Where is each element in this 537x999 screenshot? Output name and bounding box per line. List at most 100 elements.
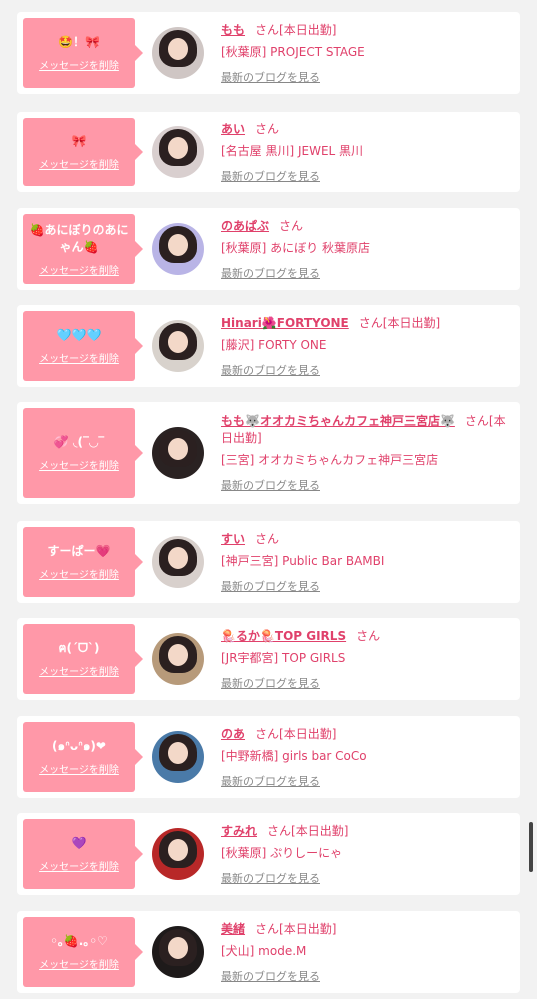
avatar-face bbox=[168, 438, 188, 461]
name-line: あい さん bbox=[221, 121, 514, 138]
avatar-face bbox=[168, 742, 188, 765]
shop-name: [三宮] オオカミちゃんカフェ神戸三宮店 bbox=[221, 453, 439, 467]
cast-name-link[interactable]: Hinari🌺FORTYONE bbox=[221, 316, 349, 330]
message-card: (๑ᐢᴗᐢ๑)❤︎ メッセージを削除 のあ さん[本日出勤] [中野新橋] gir… bbox=[17, 716, 520, 798]
latest-blog-link[interactable]: 最新のブログを見る bbox=[221, 362, 514, 378]
name-suffix: さん[本日出勤] bbox=[267, 823, 349, 838]
message-bubble: ◦｡🍓.｡◦♡ メッセージを削除 bbox=[23, 917, 143, 987]
delete-message-link[interactable]: メッセージを削除 bbox=[39, 956, 119, 971]
message-bubble: 💜 メッセージを削除 bbox=[23, 819, 143, 889]
latest-blog-link[interactable]: 最新のブログを見る bbox=[221, 168, 514, 184]
latest-blog-link[interactable]: 最新のブログを見る bbox=[221, 477, 514, 493]
delete-message-link[interactable]: メッセージを削除 bbox=[39, 57, 119, 72]
message-text: 🍓あにぼりのあにゃん🍓 bbox=[29, 222, 129, 254]
avatar[interactable] bbox=[152, 320, 204, 372]
shop-name: [秋葉原] ぷりしーにゃ bbox=[221, 845, 343, 860]
cast-info: 🪼るか🪼TOP GIRLS さん [JR宇都宮] TOP GIRLS 最新のブログ… bbox=[221, 624, 514, 694]
name-line: のあ さん[本日出勤] bbox=[221, 726, 514, 743]
message-text: 🎀 bbox=[71, 134, 87, 148]
message-text: 💜 bbox=[71, 836, 87, 850]
message-card: 💞 ◟(‾◡‾ メッセージを削除 もも🐺オオカミちゃんカフェ神戸三宮店🐺 さん[本… bbox=[17, 402, 520, 504]
latest-blog-link[interactable]: 最新のブログを見る bbox=[221, 675, 514, 691]
message-card: ฅ(ˊᗜˋ) メッセージを削除 🪼るか🪼TOP GIRLS さん [JR宇都宮] … bbox=[17, 618, 520, 700]
avatar[interactable] bbox=[152, 126, 204, 178]
delete-message-link[interactable]: メッセージを削除 bbox=[39, 156, 119, 171]
cast-name-link[interactable]: もも🐺オオカミちゃんカフェ神戸三宮店🐺 bbox=[221, 414, 455, 428]
message-card: 🤩！🎀 メッセージを削除 もも さん[本日出勤] [秋葉原] PROJECT ST… bbox=[17, 12, 520, 94]
cast-info: もも さん[本日出勤] [秋葉原] PROJECT STAGE 最新のブログを見る bbox=[221, 18, 514, 88]
avatar-face bbox=[168, 839, 188, 862]
latest-blog-link[interactable]: 最新のブログを見る bbox=[221, 870, 514, 886]
shop-name: [秋葉原] PROJECT STAGE bbox=[221, 44, 365, 59]
shop-name: [神戸三宮] Public Bar BAMBI bbox=[221, 553, 385, 568]
avatar[interactable] bbox=[152, 926, 204, 978]
message-text: 🤩！🎀 bbox=[58, 35, 100, 49]
latest-blog-link[interactable]: 最新のブログを見る bbox=[221, 968, 514, 984]
cast-name-link[interactable]: すみれ bbox=[221, 824, 257, 838]
name-line: Hinari🌺FORTYONE さん[本日出勤] bbox=[221, 315, 514, 332]
avatar-face bbox=[168, 234, 188, 257]
cast-name-link[interactable]: 🪼るか🪼TOP GIRLS bbox=[221, 629, 346, 643]
scrollbar-thumb[interactable] bbox=[529, 822, 533, 872]
shop-name: [JR宇都宮] TOP GIRLS bbox=[221, 650, 346, 665]
latest-blog-link[interactable]: 最新のブログを見る bbox=[221, 69, 514, 85]
message-text: 💞 ◟(‾◡‾ bbox=[53, 435, 105, 449]
message-card: 🎀 メッセージを削除 あい さん [名古屋 黒川] JEWEL 黒川 最新のブログ… bbox=[17, 112, 520, 192]
delete-message-link[interactable]: メッセージを削除 bbox=[39, 262, 119, 277]
name-line: のあぱぶ さん bbox=[221, 218, 514, 235]
avatar[interactable] bbox=[152, 427, 204, 479]
cast-info: Hinari🌺FORTYONE さん[本日出勤] [藤沢] FORTY ONE 最… bbox=[221, 311, 514, 381]
avatar[interactable] bbox=[152, 27, 204, 79]
cast-name-link[interactable]: もも bbox=[221, 23, 245, 37]
message-card: 🍓あにぼりのあにゃん🍓 メッセージを削除 のあぱぶ さん [秋葉原] あにぼり 秋… bbox=[17, 208, 520, 290]
avatar-face bbox=[168, 937, 188, 960]
cast-info: あい さん [名古屋 黒川] JEWEL 黒川 最新のブログを見る bbox=[221, 118, 514, 186]
message-bubble: 💞 ◟(‾◡‾ メッセージを削除 bbox=[23, 408, 143, 498]
message-bubble: (๑ᐢᴗᐢ๑)❤︎ メッセージを削除 bbox=[23, 722, 143, 792]
delete-message-link[interactable]: メッセージを削除 bbox=[39, 350, 119, 365]
avatar-face bbox=[168, 137, 188, 160]
cast-info: のあ さん[本日出勤] [中野新橋] girls bar CoCo 最新のブログを… bbox=[221, 722, 514, 792]
message-bubble: 🩵🩵🩵 メッセージを削除 bbox=[23, 311, 143, 381]
delete-message-link[interactable]: メッセージを削除 bbox=[39, 566, 119, 581]
cast-name-link[interactable]: のあ bbox=[221, 727, 245, 741]
shop-name: [犬山] mode.M bbox=[221, 943, 307, 958]
name-suffix: さん bbox=[279, 218, 304, 233]
cast-name-link[interactable]: のあぱぶ bbox=[221, 219, 269, 233]
name-line: もも さん[本日出勤] bbox=[221, 22, 514, 39]
name-suffix: さん[本日出勤] bbox=[255, 726, 337, 741]
avatar[interactable] bbox=[152, 633, 204, 685]
message-card: すーぱー💗 メッセージを削除 すい さん [神戸三宮] Public Bar BA… bbox=[17, 521, 520, 603]
message-text: すーぱー💗 bbox=[47, 544, 111, 558]
name-suffix: さん[本日出勤] bbox=[358, 315, 441, 330]
shop-name: [中野新橋] girls bar CoCo bbox=[221, 748, 367, 763]
name-line: もも🐺オオカミちゃんカフェ神戸三宮店🐺 さん[本日出勤] bbox=[221, 413, 514, 447]
delete-message-link[interactable]: メッセージを削除 bbox=[39, 663, 119, 678]
avatar[interactable] bbox=[152, 223, 204, 275]
shop-name: [藤沢] FORTY ONE bbox=[221, 337, 327, 352]
avatar-face bbox=[168, 38, 188, 61]
cast-info: 美緒 さん[本日出勤] [犬山] mode.M 最新のブログを見る bbox=[221, 917, 514, 987]
cast-info: もも🐺オオカミちゃんカフェ神戸三宮店🐺 さん[本日出勤] [三宮] オオカミちゃん… bbox=[221, 408, 514, 498]
latest-blog-link[interactable]: 最新のブログを見る bbox=[221, 578, 514, 594]
cast-name-link[interactable]: あい bbox=[221, 122, 245, 136]
shop-name: [秋葉原] あにぼり 秋葉原店 bbox=[221, 240, 370, 255]
name-suffix: さん bbox=[255, 121, 280, 136]
message-bubble: ฅ(ˊᗜˋ) メッセージを削除 bbox=[23, 624, 143, 694]
latest-blog-link[interactable]: 最新のブログを見る bbox=[221, 773, 514, 789]
avatar[interactable] bbox=[152, 536, 204, 588]
latest-blog-link[interactable]: 最新のブログを見る bbox=[221, 265, 514, 281]
avatar-face bbox=[168, 547, 188, 570]
name-line: すい さん bbox=[221, 531, 514, 548]
message-card: 💜 メッセージを削除 すみれ さん[本日出勤] [秋葉原] ぷりしーにゃ 最新のブ… bbox=[17, 813, 520, 895]
avatar[interactable] bbox=[152, 731, 204, 783]
cast-name-link[interactable]: 美緒 bbox=[221, 922, 245, 936]
delete-message-link[interactable]: メッセージを削除 bbox=[39, 858, 119, 873]
shop-name: [名古屋 黒川] JEWEL 黒川 bbox=[221, 143, 364, 158]
message-text: (๑ᐢᴗᐢ๑)❤︎ bbox=[52, 739, 106, 753]
cast-name-link[interactable]: すい bbox=[221, 532, 245, 546]
delete-message-link[interactable]: メッセージを削除 bbox=[39, 457, 119, 472]
cast-info: のあぱぶ さん [秋葉原] あにぼり 秋葉原店 最新のブログを見る bbox=[221, 214, 514, 284]
delete-message-link[interactable]: メッセージを削除 bbox=[39, 761, 119, 776]
avatar[interactable] bbox=[152, 828, 204, 880]
